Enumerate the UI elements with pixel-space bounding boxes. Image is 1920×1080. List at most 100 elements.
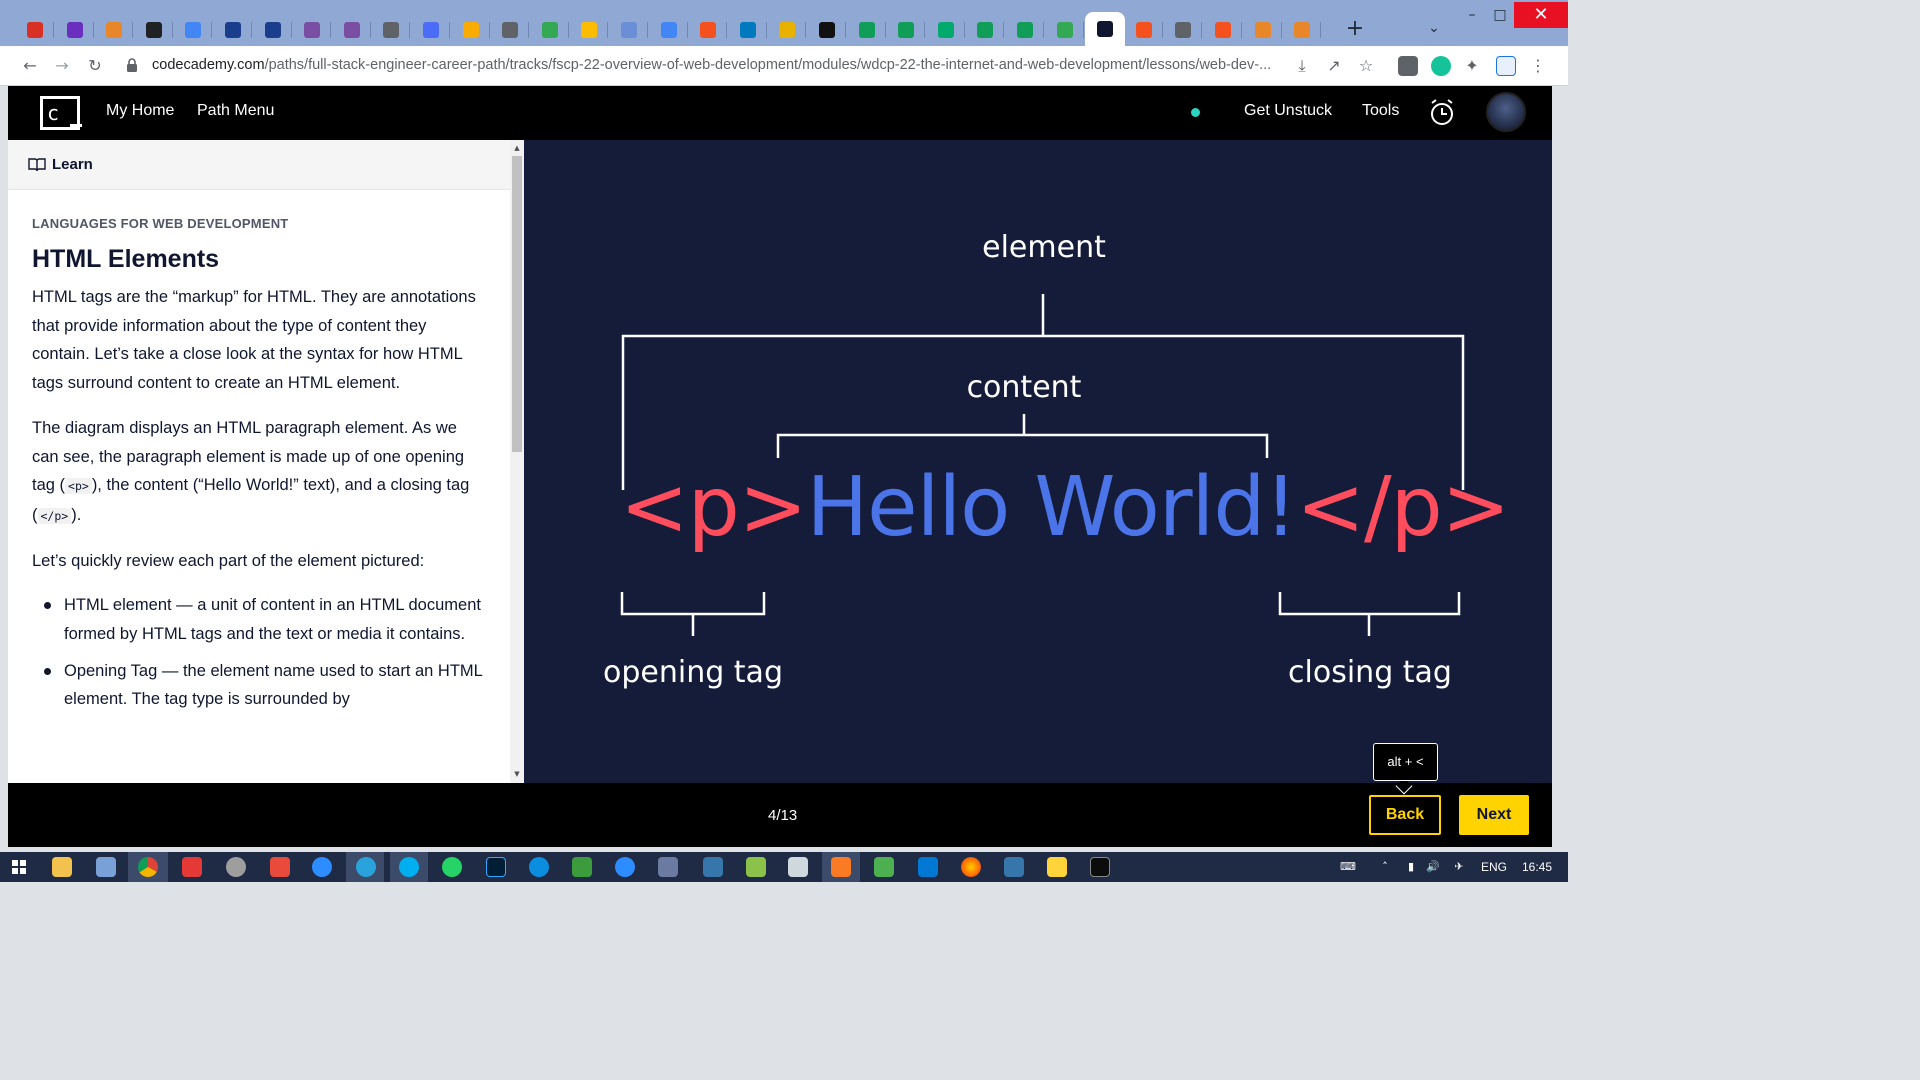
tools-button[interactable]: Tools xyxy=(1362,102,1399,120)
app-green-icon[interactable] xyxy=(874,857,894,877)
address-bar[interactable]: codecademy.com/paths/full-stack-engineer… xyxy=(118,51,1388,81)
battery-icon[interactable]: ▮ xyxy=(1404,860,1418,874)
clock-time[interactable]: 16:45 xyxy=(1522,860,1552,874)
extension-puzzle-dark-icon[interactable] xyxy=(1398,56,1418,76)
browser-tab[interactable] xyxy=(1125,16,1163,44)
bookmark-star-icon[interactable]: ☆ xyxy=(1354,54,1378,78)
windows-start-icon[interactable] xyxy=(12,860,26,874)
teamviewer-icon[interactable] xyxy=(312,857,332,877)
closing-tag-label: closing tag xyxy=(1288,655,1452,690)
volume-icon[interactable]: 🔊 xyxy=(1426,860,1440,874)
browser-tab[interactable] xyxy=(848,16,886,44)
path-menu-link[interactable]: Path Menu xyxy=(197,102,274,120)
tab-search-chevron-icon[interactable]: ⌄ xyxy=(1424,20,1444,40)
scroll-down-arrow-icon[interactable]: ▼ xyxy=(513,770,521,778)
tab-separator xyxy=(1320,22,1322,38)
browser-tab[interactable] xyxy=(412,16,450,44)
chrome-icon xyxy=(779,22,796,38)
xampp-icon[interactable] xyxy=(831,857,851,877)
browser-tab[interactable] xyxy=(729,16,767,44)
back-arrow-icon[interactable]: ← xyxy=(18,54,42,78)
browser-tab[interactable] xyxy=(768,16,807,44)
control-panel-icon[interactable] xyxy=(96,857,116,877)
telegram-icon[interactable] xyxy=(356,857,376,877)
browser-tab[interactable] xyxy=(689,16,728,44)
share-icon[interactable]: ↗ xyxy=(1322,54,1346,78)
lesson-scrollbar[interactable]: ▲ ▼ xyxy=(510,140,524,783)
tab-separator xyxy=(449,22,450,38)
vscode-icon[interactable] xyxy=(918,857,938,877)
browser-tab[interactable] xyxy=(56,16,94,44)
forward-arrow-icon[interactable]: → xyxy=(50,54,74,78)
browser-tab[interactable] xyxy=(1046,16,1084,44)
browser-tab[interactable] xyxy=(966,16,1005,44)
trello-icon xyxy=(739,22,756,38)
extensions-puzzle-icon[interactable]: ✦ xyxy=(1460,54,1484,78)
browser-tab[interactable] xyxy=(1006,16,1044,44)
browser-tab[interactable] xyxy=(174,16,213,44)
file-explorer-icon[interactable] xyxy=(52,857,72,877)
python-file-icon[interactable] xyxy=(1047,857,1067,877)
browser-tab[interactable] xyxy=(650,16,688,44)
browser-tab[interactable] xyxy=(1164,16,1203,44)
get-unstuck-button[interactable]: Get Unstuck xyxy=(1244,102,1332,120)
keyboard-icon[interactable]: ⌨ xyxy=(1340,860,1356,874)
alarm-clock-icon[interactable] xyxy=(1428,98,1456,128)
cube-icon[interactable] xyxy=(746,857,766,877)
install-icon[interactable]: ⤓ xyxy=(1290,54,1314,78)
next-button[interactable]: Next xyxy=(1459,795,1529,835)
browser-tab[interactable] xyxy=(135,16,173,44)
my-home-link[interactable]: My Home xyxy=(106,102,174,120)
network-status-icon[interactable]: ✈ xyxy=(1452,860,1466,874)
browser-tab[interactable] xyxy=(491,16,530,44)
browser-tab[interactable] xyxy=(372,16,411,44)
language-extension-icon[interactable] xyxy=(1496,56,1516,76)
browser-tab[interactable] xyxy=(808,16,846,44)
tray-chevron-up-icon[interactable]: ˄ xyxy=(1378,860,1392,874)
browser-tab[interactable] xyxy=(293,16,332,44)
language-indicator[interactable]: ENG xyxy=(1481,860,1507,874)
scroll-thumb[interactable] xyxy=(512,156,522,452)
chrome-menu-icon[interactable]: ⋮ xyxy=(1526,54,1550,78)
reload-icon[interactable]: ↻ xyxy=(83,54,107,78)
app-red-icon[interactable] xyxy=(182,857,202,877)
zoom-icon[interactable] xyxy=(615,857,635,877)
browser-tab[interactable] xyxy=(214,16,252,44)
python-icon[interactable] xyxy=(703,857,723,877)
browser-tab[interactable] xyxy=(1204,16,1242,44)
browser-tab[interactable] xyxy=(1244,16,1282,44)
edge-icon[interactable] xyxy=(529,857,549,877)
browser-tab[interactable] xyxy=(16,16,54,44)
anydesk-icon[interactable] xyxy=(270,857,290,877)
notepad-icon[interactable] xyxy=(788,857,808,877)
content-label: content xyxy=(966,370,1082,405)
learn-tab[interactable]: Learn xyxy=(8,140,510,190)
back-button[interactable]: Back xyxy=(1369,795,1441,835)
terminal-icon[interactable] xyxy=(1090,857,1110,877)
skype-icon[interactable] xyxy=(399,857,419,877)
browser-tab[interactable] xyxy=(927,16,965,44)
firefox-icon[interactable] xyxy=(961,857,981,877)
new-tab-button[interactable]: + xyxy=(1344,18,1366,40)
browser-tab[interactable] xyxy=(570,16,609,44)
grammarly-icon[interactable] xyxy=(1431,56,1451,76)
chrome-taskbar-icon[interactable] xyxy=(138,857,158,877)
close-window-icon[interactable]: ✕ xyxy=(1514,2,1568,28)
scroll-up-arrow-icon[interactable]: ▲ xyxy=(513,144,521,152)
app-gray-icon[interactable] xyxy=(226,857,246,877)
browser-tab[interactable] xyxy=(1085,12,1126,46)
whatsapp-icon[interactable] xyxy=(442,857,462,877)
browser-tab[interactable] xyxy=(254,16,292,44)
browser-tab[interactable] xyxy=(887,16,926,44)
photoshop-icon[interactable] xyxy=(486,857,506,877)
network-icon[interactable] xyxy=(658,857,678,877)
browser-tab[interactable] xyxy=(333,16,371,44)
browser-tab[interactable] xyxy=(95,16,134,44)
browser-tab[interactable] xyxy=(610,16,648,44)
browser-tab[interactable] xyxy=(1283,16,1322,44)
browser-tab[interactable] xyxy=(452,16,490,44)
python-idle-icon[interactable] xyxy=(1004,857,1024,877)
avatar[interactable] xyxy=(1486,92,1526,132)
browser-tab[interactable] xyxy=(531,16,569,44)
notepad-plus-icon[interactable] xyxy=(572,857,592,877)
